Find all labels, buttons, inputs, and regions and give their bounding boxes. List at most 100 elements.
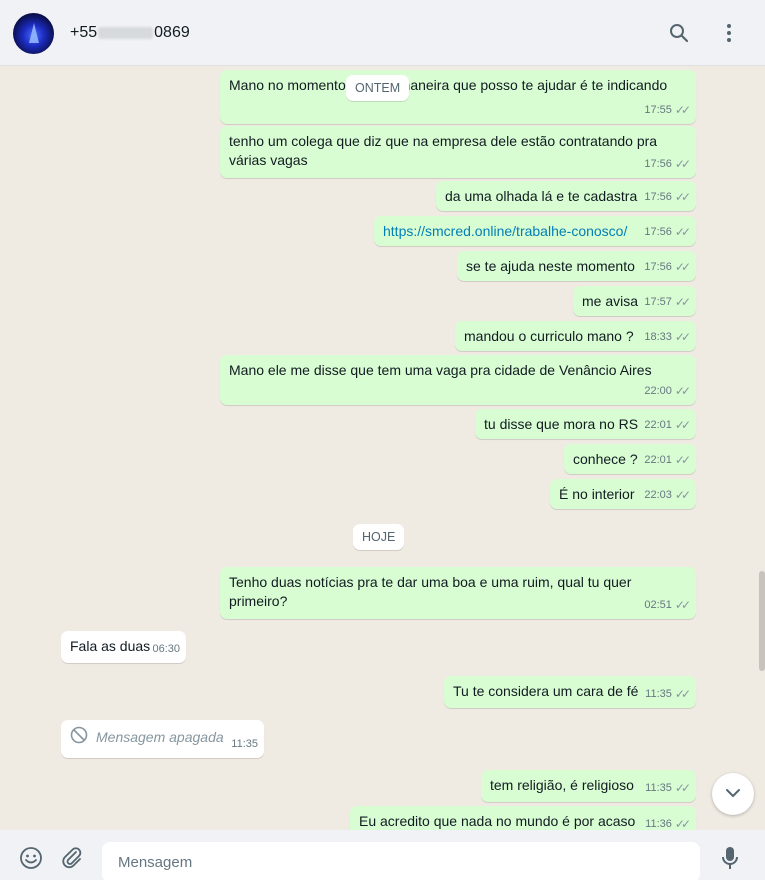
message-outgoing[interactable]: Tu te considera um cara de fé 11:35 ✓✓ <box>444 676 696 708</box>
double-check-icon: ✓✓ <box>674 598 691 612</box>
double-check-icon: ✓✓ <box>674 330 691 344</box>
double-check-icon: ✓✓ <box>674 781 691 795</box>
message-text: Tenho duas notícias pra te dar uma boa e… <box>229 574 632 609</box>
message-time: 06:30 <box>152 643 180 655</box>
message-text: da uma olhada lá e te cadastra <box>445 188 638 204</box>
message-text: Mensagem apagada <box>96 729 224 745</box>
message-time: 17:56 <box>644 191 672 203</box>
message-time: 22:00 <box>644 385 672 397</box>
message-outgoing[interactable]: https://smcred.online/trabalhe-conosco/ … <box>374 216 696 246</box>
message-meta: 17:56 ✓✓ <box>644 223 691 242</box>
message-incoming-deleted[interactable]: Mensagem apagada 11:35 <box>61 720 264 758</box>
message-list[interactable]: Mano no momento a única maneira que poss… <box>0 66 765 830</box>
double-check-icon: ✓✓ <box>674 260 691 274</box>
search-icon[interactable] <box>666 20 692 46</box>
message-meta: 17:55 ✓✓ <box>644 101 691 120</box>
double-check-icon: ✓✓ <box>674 225 691 239</box>
message-meta: 17:57 ✓✓ <box>644 293 691 312</box>
message-time: 18:33 <box>644 331 672 343</box>
message-meta: 17:56 ✓✓ <box>644 188 691 207</box>
message-text: mandou o curriculo mano ? <box>464 328 634 344</box>
double-check-icon: ✓✓ <box>674 295 691 309</box>
double-check-icon: ✓✓ <box>674 687 691 701</box>
message-outgoing[interactable]: É no interior 22:03 ✓✓ <box>550 479 696 509</box>
message-outgoing[interactable]: tem religião, é religioso 11:35 ✓✓ <box>481 770 696 802</box>
message-time: 11:35 <box>645 688 672 700</box>
chevron-down-icon <box>725 785 741 803</box>
double-check-icon: ✓✓ <box>674 190 691 204</box>
phone-suffix: 0869 <box>154 24 190 41</box>
mic-icon[interactable] <box>717 845 743 871</box>
message-time: 02:51 <box>644 599 672 611</box>
message-outgoing[interactable]: Mano no momento a única maneira que poss… <box>220 70 696 124</box>
blocked-icon <box>70 726 88 749</box>
message-text: tu disse que mora no RS <box>484 416 639 432</box>
message-text: me avisa <box>582 293 639 309</box>
message-time: 11:35 <box>645 782 672 794</box>
message-time: 17:56 <box>644 226 672 238</box>
composer-bar <box>0 830 765 880</box>
message-outgoing[interactable]: se te ajuda neste momento 17:56 ✓✓ <box>457 251 696 281</box>
message-meta: 11:35 ✓✓ <box>645 779 691 798</box>
message-meta: 22:00 ✓✓ <box>644 382 691 401</box>
message-time: 11:36 <box>645 818 672 830</box>
message-outgoing[interactable]: Mano ele me disse que tem uma vaga pra c… <box>220 355 696 405</box>
double-check-icon: ✓✓ <box>674 817 691 830</box>
scroll-down-button[interactable] <box>712 773 754 815</box>
message-meta: 22:01 ✓✓ <box>644 451 691 470</box>
message-text: tem religião, é religioso <box>490 777 634 793</box>
message-text: Mano ele me disse que tem uma vaga pra c… <box>229 362 652 378</box>
message-outgoing[interactable]: mandou o curriculo mano ? 18:33 ✓✓ <box>455 321 696 351</box>
message-meta: 18:33 ✓✓ <box>644 328 691 347</box>
contact-avatar[interactable] <box>13 13 54 54</box>
message-text: tenho um colega que diz que na empresa d… <box>229 133 658 168</box>
double-check-icon: ✓✓ <box>674 453 691 467</box>
message-text: Tu te considera um cara de fé <box>453 683 639 699</box>
message-text: conhece ? <box>573 451 638 467</box>
emoji-icon[interactable] <box>18 845 44 871</box>
message-time: 17:57 <box>644 296 672 308</box>
message-time: 17:55 <box>644 104 672 116</box>
message-meta: 06:30 <box>152 640 180 659</box>
message-outgoing[interactable]: Eu acredito que nada no mundo é por acas… <box>350 806 696 830</box>
message-time: 22:01 <box>644 419 672 431</box>
attach-icon[interactable] <box>59 845 85 871</box>
message-meta: 11:36 ✓✓ <box>645 815 691 830</box>
message-outgoing[interactable]: tu disse que mora no RS 22:01 ✓✓ <box>475 409 696 439</box>
message-time: 22:01 <box>644 454 672 466</box>
chat-scrollbar[interactable] <box>759 571 765 671</box>
date-chip-ontem: ONTEM <box>346 75 410 101</box>
message-time: 22:03 <box>644 489 672 501</box>
message-meta: 17:56 ✓✓ <box>644 258 691 277</box>
message-meta: 02:51 ✓✓ <box>644 596 691 615</box>
double-check-icon: ✓✓ <box>674 488 691 502</box>
message-meta: 22:01 ✓✓ <box>644 416 691 435</box>
chat-header: +55 0869 <box>0 0 765 66</box>
deleted-message: Mensagem apagada <box>70 726 255 749</box>
message-outgoing[interactable]: Tenho duas notícias pra te dar uma boa e… <box>220 567 696 619</box>
message-outgoing[interactable]: tenho um colega que diz que na empresa d… <box>220 126 696 178</box>
message-time: 17:56 <box>644 261 672 273</box>
menu-icon[interactable] <box>716 20 742 46</box>
message-text: Fala as duas <box>70 638 151 654</box>
message-meta: 17:56 ✓✓ <box>644 155 691 174</box>
message-time: 11:35 <box>231 738 258 750</box>
message-outgoing[interactable]: me avisa 17:57 ✓✓ <box>573 286 696 316</box>
message-meta: 11:35 ✓✓ <box>645 685 691 704</box>
message-text: Mano no momento a única maneira que poss… <box>229 77 668 93</box>
double-check-icon: ✓✓ <box>674 384 691 398</box>
message-time: 17:56 <box>644 158 672 170</box>
double-check-icon: ✓✓ <box>674 103 691 117</box>
message-text: É no interior <box>559 486 635 502</box>
phone-prefix: +55 <box>70 24 98 41</box>
contact-name[interactable]: +55 0869 <box>70 24 190 42</box>
message-outgoing[interactable]: conhece ? 22:01 ✓✓ <box>564 444 696 474</box>
message-input[interactable] <box>102 842 700 880</box>
message-outgoing[interactable]: da uma olhada lá e te cadastra 17:56 ✓✓ <box>436 181 696 211</box>
double-check-icon: ✓✓ <box>674 418 691 432</box>
message-link[interactable]: https://smcred.online/trabalhe-conosco/ <box>383 223 627 239</box>
message-text: Eu acredito que nada no mundo é por acas… <box>359 813 636 829</box>
message-meta: 11:35 <box>231 735 258 754</box>
message-incoming[interactable]: Fala as duas 06:30 <box>61 631 186 663</box>
double-check-icon: ✓✓ <box>674 157 691 171</box>
